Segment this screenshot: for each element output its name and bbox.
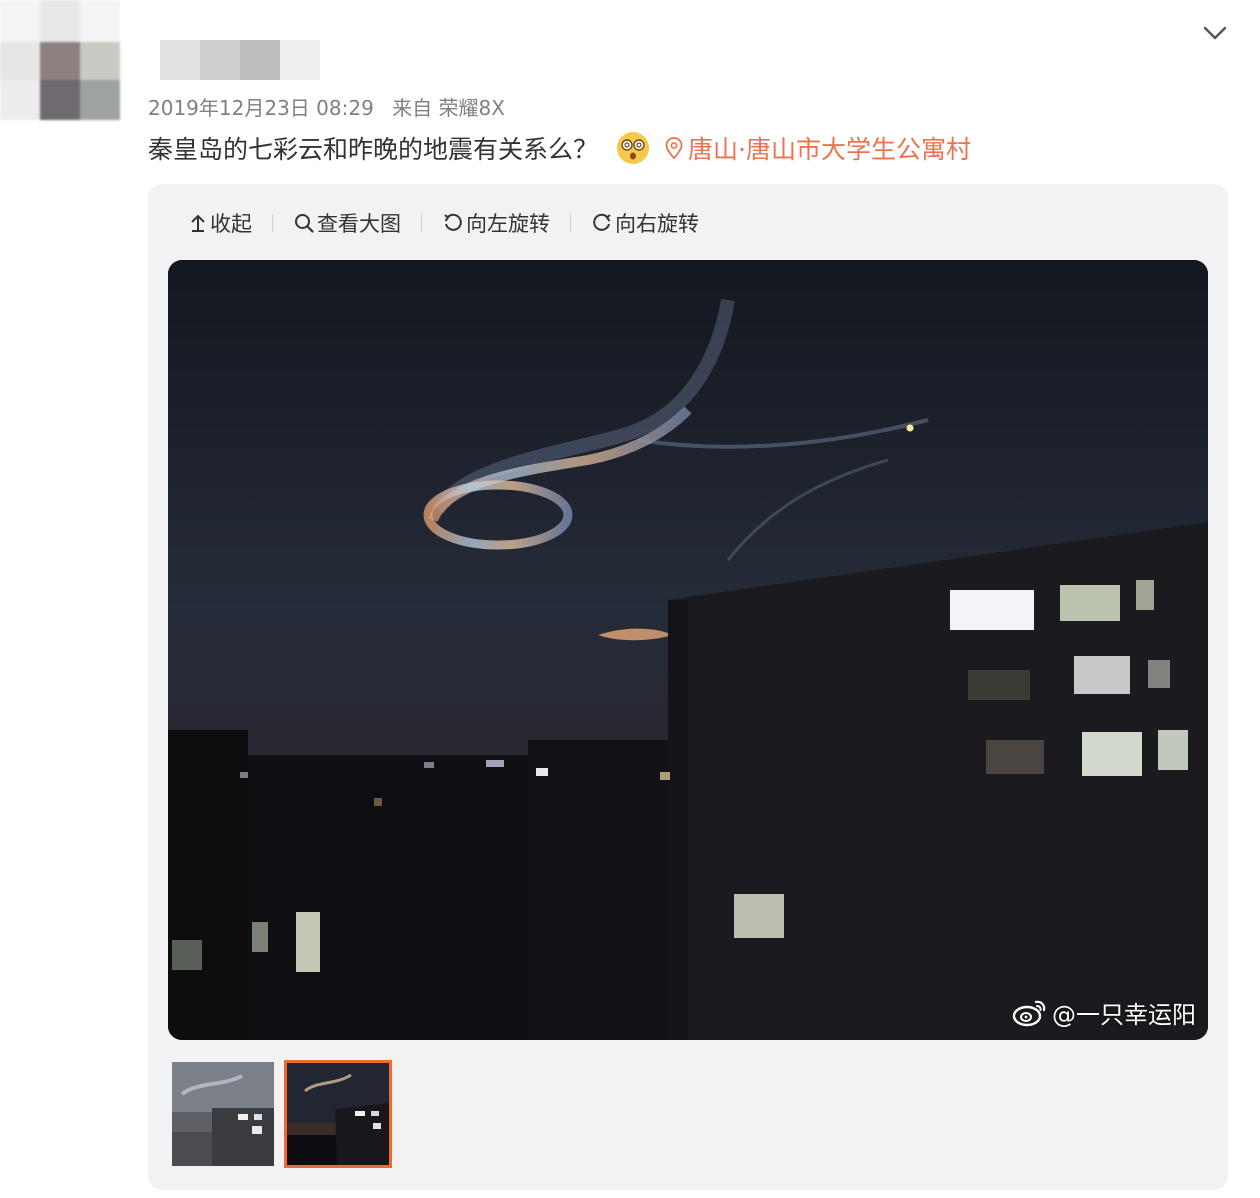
weibo-watermark: @一只幸运阳 [1012, 995, 1196, 1030]
username-blurred[interactable] [160, 40, 320, 80]
night-sky-photo [168, 260, 1208, 1040]
view-large-label: 查看大图 [317, 212, 401, 236]
magnifier-icon [295, 214, 314, 233]
collapse-up-icon [191, 214, 205, 232]
collapse-label: 收起 [210, 212, 252, 236]
rotate-right-icon [593, 213, 611, 231]
chevron-down-icon[interactable] [1200, 18, 1230, 48]
media-panel: 收起 查看大图 向左旋转 向右旋转 @一只幸运阳 [148, 184, 1228, 1190]
rotate-right-button[interactable]: 向右旋转 [591, 208, 699, 238]
thumbnail-1[interactable] [172, 1062, 274, 1166]
watermark-text: @一只幸运阳 [1052, 1001, 1196, 1029]
post-meta: 2019年12月23日 08:29 来自 荣耀8X [148, 92, 505, 121]
collapse-button[interactable]: 收起 [188, 208, 252, 238]
weibo-logo-icon [1012, 1000, 1046, 1026]
rotate-left-label: 向左旋转 [466, 212, 550, 236]
toolbar-divider [272, 214, 273, 232]
toolbar-divider [570, 214, 571, 232]
view-large-button[interactable]: 查看大图 [293, 208, 401, 238]
main-photo[interactable]: @一只幸运阳 [168, 260, 1208, 1040]
thumbnail-2[interactable] [284, 1060, 392, 1168]
avatar[interactable] [0, 0, 122, 122]
rotate-left-icon [444, 213, 462, 231]
timestamp[interactable]: 2019年12月23日 08:29 [148, 96, 374, 120]
thumbnail-image [172, 1062, 274, 1166]
weibo-post: 2019年12月23日 08:29 来自 荣耀8X 秦皇岛的七彩云和昨晚的地震有… [0, 0, 1260, 1198]
location-pin-icon [665, 137, 683, 160]
rotate-right-label: 向右旋转 [615, 212, 699, 236]
toolbar-divider [421, 214, 422, 232]
thumbnail-image [287, 1063, 389, 1165]
dizzy-face-emoji-icon [616, 131, 650, 165]
post-content: 秦皇岛的七彩云和昨晚的地震有关系么？ [148, 135, 599, 164]
location-link[interactable]: 唐山·唐山市大学生公寓村 [664, 130, 971, 166]
post-source[interactable]: 来自 荣耀8X [392, 96, 505, 120]
rotate-left-button[interactable]: 向左旋转 [442, 208, 550, 238]
post-text: 秦皇岛的七彩云和昨晚的地震有关系么？ 唐山·唐山市大学生公寓村 [148, 130, 971, 166]
image-toolbar: 收起 查看大图 向左旋转 向右旋转 [188, 206, 699, 240]
thumbnail-strip [172, 1060, 392, 1168]
location-label: 唐山·唐山市大学生公寓村 [688, 135, 971, 164]
